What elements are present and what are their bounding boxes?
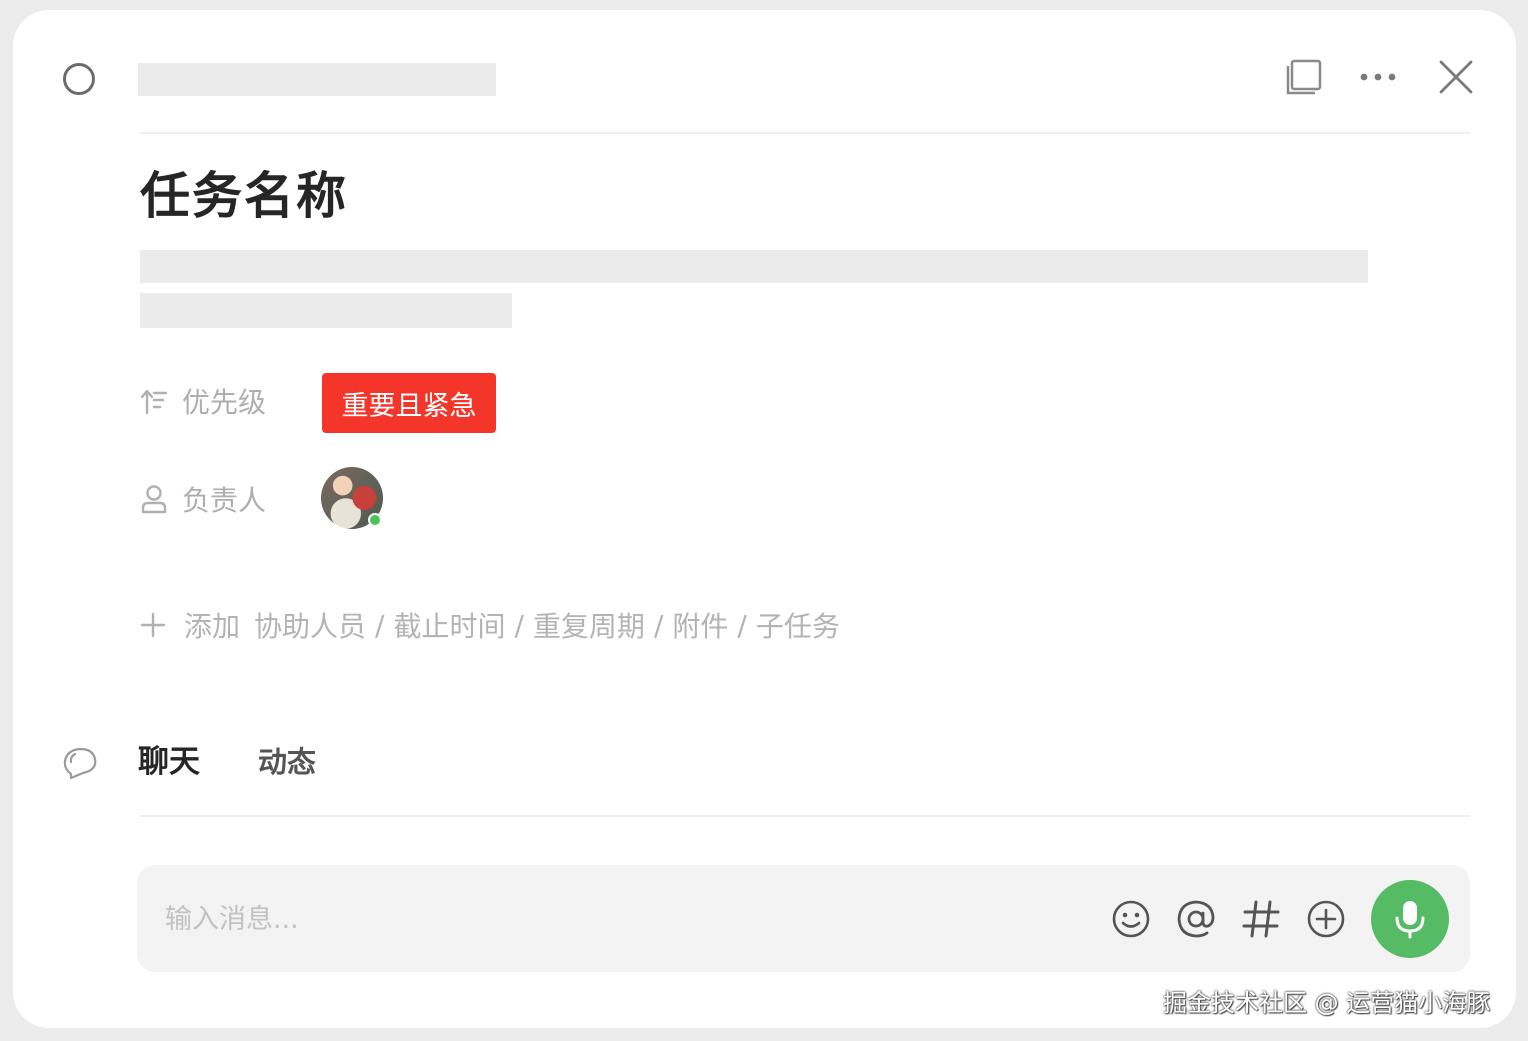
add-fields-row: 添加 协助人员 / 截止时间 / 重复周期 / 附件 / 子任务 <box>140 605 840 645</box>
message-composer <box>137 865 1470 972</box>
header-divider <box>140 132 1470 134</box>
separator: / <box>514 608 524 642</box>
assignee-label-text: 负责人 <box>182 484 267 517</box>
add-attachment-button[interactable] <box>1304 897 1348 941</box>
add-attachment-icon <box>1307 900 1345 938</box>
status-circle-icon[interactable] <box>63 63 95 95</box>
hashtag-button[interactable] <box>1239 897 1283 941</box>
add-subtask-link[interactable]: 子任务 <box>756 605 840 645</box>
mention-button[interactable] <box>1174 897 1218 941</box>
message-input[interactable] <box>165 895 1065 943</box>
hashtag-icon <box>1242 900 1280 938</box>
separator: / <box>737 608 747 642</box>
add-label: 添加 <box>184 610 241 643</box>
open-window-button[interactable] <box>1281 54 1327 100</box>
add-attachment-link[interactable]: 附件 <box>672 605 728 645</box>
assignee-avatar[interactable] <box>321 467 383 529</box>
mention-icon <box>1177 900 1215 938</box>
add-deadline-link[interactable]: 截止时间 <box>393 605 505 645</box>
user-icon <box>141 485 167 514</box>
emoji-icon <box>1112 900 1150 938</box>
priority-icon <box>140 389 168 415</box>
tab-activity[interactable]: 动态 <box>258 742 316 782</box>
priority-label-text: 优先级 <box>182 386 267 419</box>
watermark: 掘金技术社区 @ 运营猫小海豚 <box>1163 989 1491 1017</box>
more-icon <box>1360 73 1396 81</box>
priority-badge[interactable]: 重要且紧急 <box>322 373 496 433</box>
close-icon <box>1439 60 1473 94</box>
description-skeleton-line-1 <box>140 250 1368 283</box>
chat-bubble-icon <box>61 743 101 783</box>
tab-chat[interactable]: 聊天 <box>138 742 200 782</box>
add-repeat-link[interactable]: 重复周期 <box>533 605 645 645</box>
tabs-divider <box>140 815 1470 817</box>
close-button[interactable] <box>1431 52 1481 102</box>
task-detail-card: 任务名称 优先级 重要且紧急 负责人 添加 协助人员 / 截止时间 / 重复周期… <box>13 10 1516 1028</box>
online-status-indicator <box>368 513 382 527</box>
add-collaborators-link[interactable]: 协助人员 <box>254 605 366 645</box>
assignee-label: 负责人 <box>140 476 266 522</box>
plus-icon[interactable] <box>140 612 166 638</box>
title-placeholder-skeleton <box>138 63 496 96</box>
task-title[interactable]: 任务名称 <box>140 164 348 228</box>
separator: / <box>375 608 385 642</box>
separator: / <box>653 608 664 642</box>
emoji-button[interactable] <box>1109 897 1153 941</box>
voice-button[interactable] <box>1371 880 1449 958</box>
microphone-icon <box>1395 901 1425 939</box>
description-skeleton-line-2 <box>140 293 512 328</box>
priority-label: 优先级 <box>140 378 266 424</box>
open-window-icon <box>1286 59 1322 95</box>
more-button[interactable] <box>1353 54 1403 100</box>
